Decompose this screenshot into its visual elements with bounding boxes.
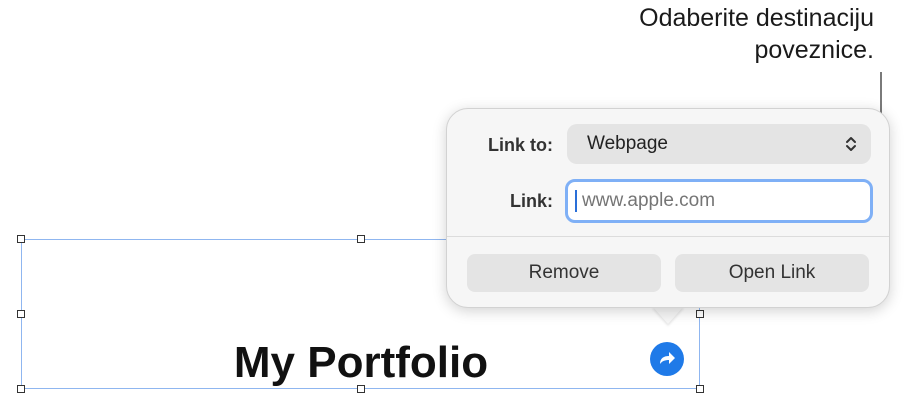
link-popover: Link to: Webpage Link: Remove Open Link <box>446 108 890 308</box>
portfolio-title[interactable]: My Portfolio <box>0 338 722 388</box>
callout-line-2: poveznice. <box>754 36 874 64</box>
resize-handle-middle-left[interactable] <box>17 310 25 318</box>
text-caret <box>575 190 577 212</box>
open-link-button[interactable]: Open Link <box>675 254 869 292</box>
link-to-label: Link to: <box>488 135 553 155</box>
link-to-select-value: Webpage <box>587 133 668 154</box>
popover-divider <box>447 236 889 237</box>
link-to-select[interactable]: Webpage <box>567 124 871 164</box>
link-url-input[interactable] <box>565 179 873 223</box>
popover-pointer <box>652 306 684 324</box>
resize-handle-middle-right[interactable] <box>696 310 704 318</box>
remove-link-button[interactable]: Remove <box>467 254 661 292</box>
resize-handle-top-left[interactable] <box>17 235 25 243</box>
resize-handle-top-center[interactable] <box>357 235 365 243</box>
callout-line-1: Odaberite destinaciju <box>639 4 874 32</box>
arrow-turn-right-icon[interactable] <box>650 342 684 376</box>
link-label: Link: <box>510 191 553 211</box>
callout-annotation: Odaberite destinaciju poveznice. <box>639 2 874 66</box>
chevron-up-down-icon <box>846 137 856 151</box>
